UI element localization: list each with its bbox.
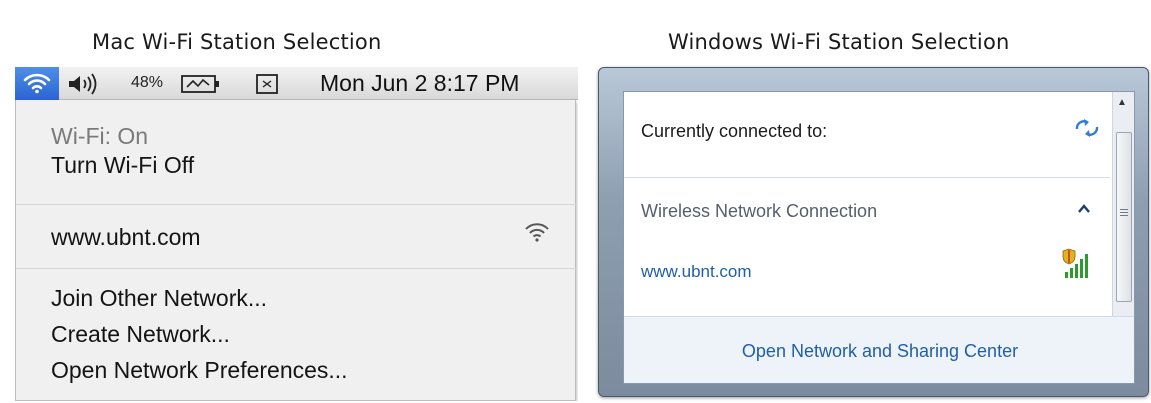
currently-connected-label: Currently connected to: [641, 121, 828, 141]
menubar-clock[interactable]: Mon Jun 2 8:17 PM [320, 70, 519, 97]
wifi-dropdown-menu: Wi-Fi: On Turn Wi-Fi Off www.ubnt.com Jo… [15, 100, 576, 401]
connection-group-title[interactable]: Wireless Network Connection [641, 201, 877, 222]
network-item-ubnt[interactable]: www.ubnt.com [641, 262, 752, 282]
create-network-item[interactable]: Create Network... [51, 321, 230, 348]
menu-divider [16, 204, 576, 205]
signal-shield-icon [1062, 248, 1088, 278]
scrollbar-thumb[interactable] [1116, 132, 1132, 302]
menu-divider [16, 268, 576, 269]
flyout-footer: Open Network and Sharing Center [624, 316, 1134, 383]
box-icon[interactable] [255, 73, 279, 95]
mac-menubar: 48% Mon Jun 2 8:17 PM [15, 67, 578, 100]
scroll-up-icon[interactable]: ▲ [1117, 97, 1127, 108]
windows-caption: Windows Wi-Fi Station Selection [668, 30, 1010, 54]
open-network-preferences-item[interactable]: Open Network Preferences... [51, 357, 348, 384]
volume-icon[interactable] [67, 73, 103, 95]
refresh-icon[interactable] [1073, 117, 1101, 139]
wifi-signal-icon [525, 223, 549, 242]
wifi-icon [23, 73, 51, 94]
section-divider [624, 177, 1110, 178]
scroll-grip [1120, 209, 1128, 218]
battery-percent[interactable]: 48% [131, 74, 163, 92]
join-other-network-item[interactable]: Join Other Network... [51, 285, 267, 312]
battery-icon[interactable] [181, 74, 221, 94]
turn-wifi-off-item[interactable]: Turn Wi-Fi Off [51, 152, 194, 179]
windows-flyout-content: Currently connected to: Wireless Network… [623, 91, 1135, 384]
wifi-menu-button[interactable] [15, 67, 59, 100]
chevron-up-icon[interactable] [1078, 204, 1090, 214]
mac-wifi-panel: 48% Mon Jun 2 8:17 PM Wi-Fi: On Turn Wi-… [15, 67, 578, 401]
network-item-ubnt[interactable]: www.ubnt.com [51, 224, 201, 251]
wifi-status: Wi-Fi: On [51, 123, 149, 149]
mac-caption: Mac Wi-Fi Station Selection [92, 30, 382, 54]
windows-wifi-flyout: Currently connected to: Wireless Network… [598, 67, 1149, 397]
scrollbar[interactable]: ▲ [1112, 92, 1134, 316]
open-network-sharing-center-link[interactable]: Open Network and Sharing Center [624, 341, 1134, 362]
